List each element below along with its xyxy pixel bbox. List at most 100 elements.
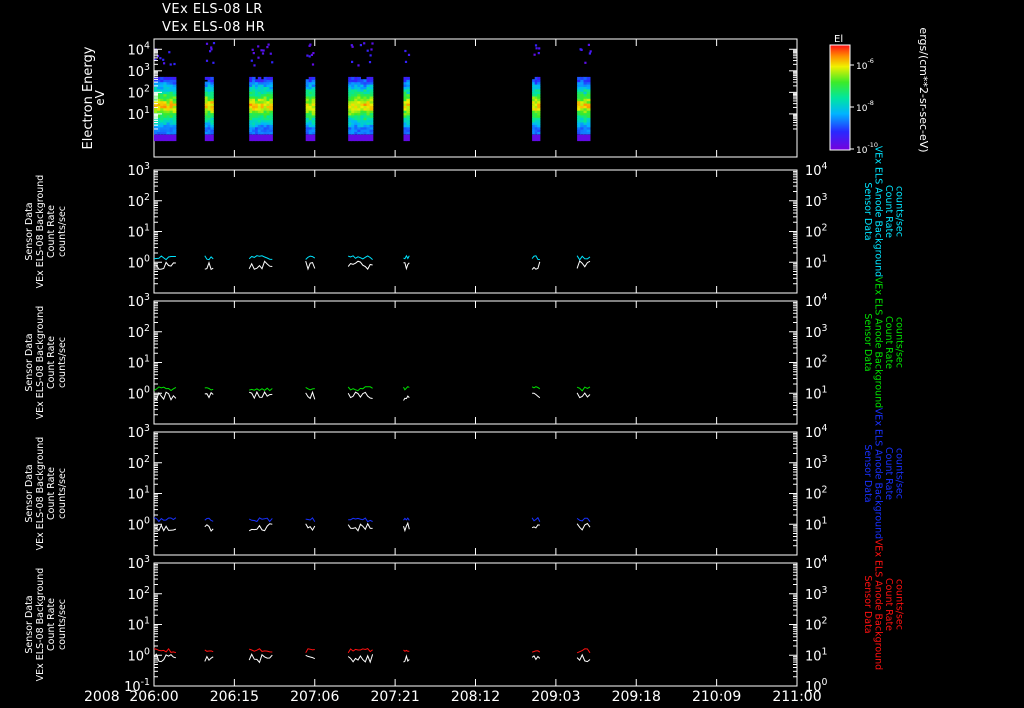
spectrogram-dot xyxy=(538,47,541,50)
spectrogram-dot xyxy=(159,57,162,60)
series-colored-line xyxy=(204,649,214,653)
series-white-line xyxy=(305,654,316,660)
spectrogram-dot xyxy=(588,52,591,55)
spectrogram-cell xyxy=(369,134,374,142)
spectrogram-dot xyxy=(535,47,538,50)
x-tick-label: 206:00 xyxy=(129,689,178,705)
right-y-tick-label: 101 xyxy=(805,384,828,402)
spectrogram-image xyxy=(154,42,592,142)
panel-right-label: Sensor Data xyxy=(862,575,873,633)
series-colored-line xyxy=(531,650,541,653)
series-colored-line xyxy=(576,255,591,261)
series-white-line xyxy=(249,390,273,400)
series-colored-line xyxy=(403,649,410,652)
panel-left-label: VEx ELS-08 Background xyxy=(35,568,46,682)
series-colored-line xyxy=(248,517,273,523)
series-colored-line xyxy=(347,648,373,654)
spectrogram-cell xyxy=(269,76,273,80)
panel-frame xyxy=(153,300,798,425)
x-tick-label: 211:00 xyxy=(772,689,821,705)
panel-right-label: VEx ELS Anode Background xyxy=(873,539,884,670)
spectrogram-y-tick-label: 101 xyxy=(128,105,151,123)
right-y-tick-label: 101 xyxy=(805,515,828,533)
left-y-tick-label: 100 xyxy=(128,384,151,402)
right-y-tick-label: 102 xyxy=(805,223,828,241)
series-white-line xyxy=(576,392,591,399)
x-tick-label: 207:06 xyxy=(290,689,339,705)
right-y-tick-label: 102 xyxy=(805,354,828,372)
spectrogram-cell xyxy=(586,134,591,142)
series-white-line xyxy=(403,262,410,271)
x-tick-label: 209:03 xyxy=(531,689,580,705)
left-y-tick-label: 102 xyxy=(128,192,151,210)
spectrogram-cell xyxy=(210,76,214,80)
spectrogram-dot xyxy=(250,59,253,62)
left-y-tick-label: 100 xyxy=(128,646,151,664)
x-tick-label: 208:12 xyxy=(451,689,500,705)
series-white-line xyxy=(403,521,410,533)
series-white-line xyxy=(248,260,273,270)
panel-left-label: Count Rate xyxy=(46,598,57,651)
series-colored-line xyxy=(403,385,410,391)
spectrogram-dot xyxy=(363,42,366,45)
spectrogram-cell xyxy=(172,76,177,80)
series-white-line xyxy=(347,260,373,270)
spectrogram-dot xyxy=(533,53,536,56)
series-white-line xyxy=(576,522,591,531)
series-white-line xyxy=(531,524,540,529)
spectrogram-dot xyxy=(371,42,374,45)
right-y-tick-label: 104 xyxy=(805,161,828,179)
panel-right-label: Sensor Data xyxy=(862,444,873,502)
panel-left-label: Sensor Data xyxy=(24,202,35,260)
spectrogram-cell xyxy=(406,134,410,142)
spectrogram-dot xyxy=(404,60,408,63)
spectrogram-dot xyxy=(260,49,263,52)
spectrogram-dot xyxy=(252,52,255,55)
panel-left-label: VEx ELS-08 Background xyxy=(35,175,46,289)
chart: 104103102101Electron EnergyeVEl10-610-81… xyxy=(24,27,930,705)
x-tick-label: 206:15 xyxy=(210,689,259,705)
right-y-tick-label: 104 xyxy=(805,292,828,310)
right-y-tick-label: 102 xyxy=(805,485,828,503)
right-y-tick-label: 104 xyxy=(805,423,828,441)
colorbar-title: El xyxy=(834,34,843,45)
spectrogram-dot xyxy=(309,43,312,46)
series-white-line xyxy=(305,390,316,400)
series-colored-line xyxy=(305,386,315,391)
spectrogram-cell xyxy=(537,134,541,142)
spectrogram-dot xyxy=(262,49,265,52)
panel-left-label: Sensor Data xyxy=(24,595,35,653)
series-white-line xyxy=(576,653,591,663)
spectrogram-dot xyxy=(308,55,311,58)
series-white-line xyxy=(347,522,373,532)
spectrogram-dot xyxy=(584,61,587,64)
panel-left-label: VEx ELS-08 Background xyxy=(35,437,46,551)
right-y-tick-label: 103 xyxy=(805,323,828,341)
left-y-tick-label: 100 xyxy=(128,253,151,271)
panel-right-label: VEx ELS Anode Background xyxy=(873,408,884,539)
series-white-line xyxy=(531,261,541,270)
series-colored-line xyxy=(531,516,541,522)
colorbar xyxy=(830,45,850,151)
panel-left-label: counts/sec xyxy=(57,337,68,388)
series-colored-line xyxy=(347,386,373,392)
series-colored-line xyxy=(305,517,316,523)
left-y-tick-label: 102 xyxy=(128,585,151,603)
left-y-tick-label: 103 xyxy=(128,423,151,441)
spectrogram-dot xyxy=(163,62,166,65)
panel-right-label: counts/sec xyxy=(894,579,905,630)
series-colored-line xyxy=(403,254,410,260)
left-y-tick-label: 103 xyxy=(128,554,151,572)
right-y-tick-label: 102 xyxy=(805,616,828,634)
panel-right-label: VEx ELS Anode Background xyxy=(873,146,884,277)
spectrogram-y-tick-label: 102 xyxy=(128,83,151,101)
spectrogram-cell xyxy=(311,134,316,142)
panel-left-label: Sensor Data xyxy=(24,333,35,391)
series-white-line xyxy=(248,523,273,532)
panel-left-label: Count Rate xyxy=(46,336,57,389)
colorbar-label: ergs/(cm**2-sr-sec-eV) xyxy=(917,27,930,152)
series-colored-line xyxy=(576,517,591,522)
spectrogram-cell xyxy=(537,76,541,80)
spectrogram-dot xyxy=(359,44,362,47)
left-y-tick-label: 102 xyxy=(128,323,151,341)
